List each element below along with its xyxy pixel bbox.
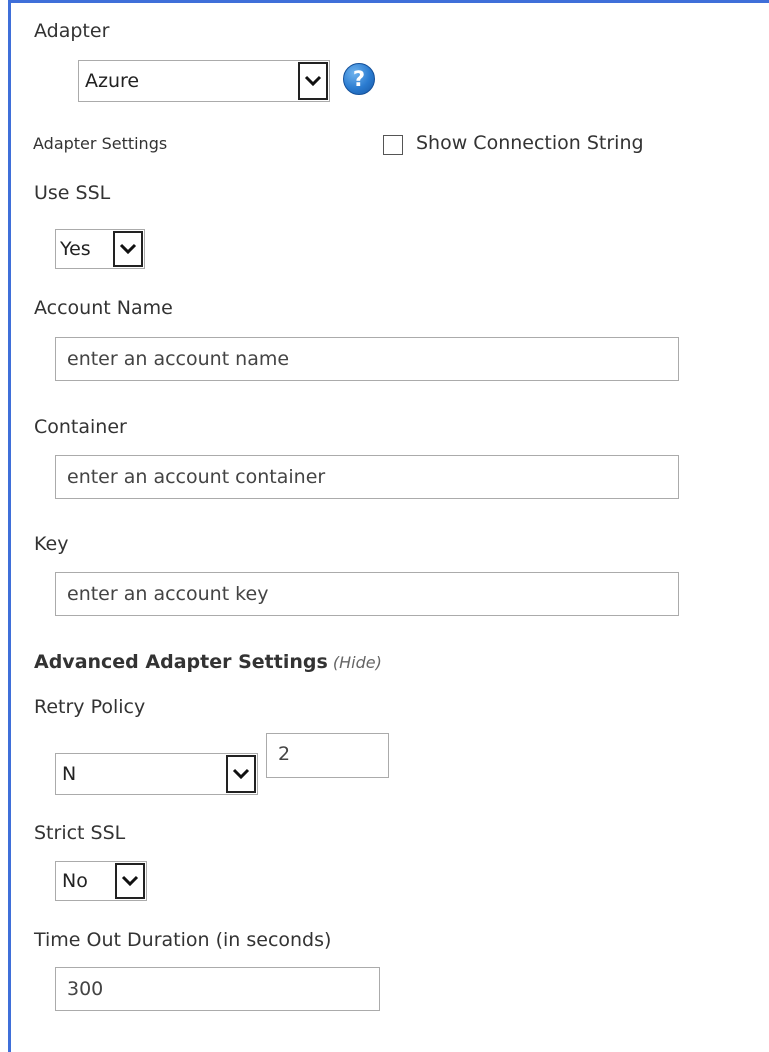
- adapter-settings-label: Adapter Settings: [33, 134, 168, 153]
- strict-ssl-select-value: No: [62, 870, 88, 892]
- strict-ssl-select[interactable]: No: [55, 861, 147, 901]
- chevron-down-icon: [121, 875, 139, 887]
- advanced-settings-header: Advanced Adapter Settings (Hide): [34, 651, 382, 673]
- advanced-settings-hide-link[interactable]: (Hide): [333, 653, 382, 672]
- chevron-down-icon: [304, 75, 322, 87]
- chevron-down-icon: [119, 243, 137, 255]
- adapter-select[interactable]: Azure: [78, 60, 330, 102]
- strict-ssl-label: Strict SSL: [34, 822, 126, 844]
- retry-policy-dropdown-button[interactable]: [226, 755, 256, 793]
- account-name-placeholder: enter an account name: [67, 348, 290, 370]
- key-label: Key: [34, 533, 69, 555]
- adapter-select-value: Azure: [85, 70, 140, 92]
- account-name-label: Account Name: [34, 297, 173, 319]
- help-icon[interactable]: ?: [343, 63, 375, 95]
- key-placeholder: enter an account key: [67, 583, 269, 605]
- adapter-label: Adapter: [34, 20, 110, 42]
- strict-ssl-dropdown-button[interactable]: [115, 863, 145, 899]
- use-ssl-select[interactable]: Yes: [55, 229, 145, 269]
- use-ssl-select-value: Yes: [60, 238, 91, 260]
- panel-top-border: [8, 0, 769, 3]
- timeout-value: 300: [67, 978, 104, 1000]
- retry-policy-label: Retry Policy: [34, 696, 146, 718]
- retry-policy-select[interactable]: N: [55, 753, 258, 795]
- key-input[interactable]: enter an account key: [55, 572, 679, 616]
- retry-policy-select-value: N: [62, 763, 77, 785]
- timeout-input[interactable]: 300: [55, 967, 380, 1011]
- advanced-settings-heading: Advanced Adapter Settings: [34, 651, 328, 673]
- retry-count-input[interactable]: 2: [266, 733, 389, 778]
- timeout-label: Time Out Duration (in seconds): [34, 929, 332, 951]
- show-connection-string-label[interactable]: Show Connection String: [416, 132, 644, 154]
- adapter-select-dropdown-button[interactable]: [298, 62, 328, 100]
- container-label: Container: [34, 416, 127, 438]
- container-input[interactable]: enter an account container: [55, 455, 679, 499]
- use-ssl-label: Use SSL: [34, 182, 111, 204]
- chevron-down-icon: [232, 768, 250, 780]
- use-ssl-dropdown-button[interactable]: [113, 231, 143, 267]
- panel-left-border: [8, 0, 11, 1052]
- retry-count-value: 2: [278, 743, 291, 765]
- account-name-input[interactable]: enter an account name: [55, 337, 679, 381]
- container-placeholder: enter an account container: [67, 466, 326, 488]
- show-connection-string-checkbox[interactable]: [383, 135, 403, 155]
